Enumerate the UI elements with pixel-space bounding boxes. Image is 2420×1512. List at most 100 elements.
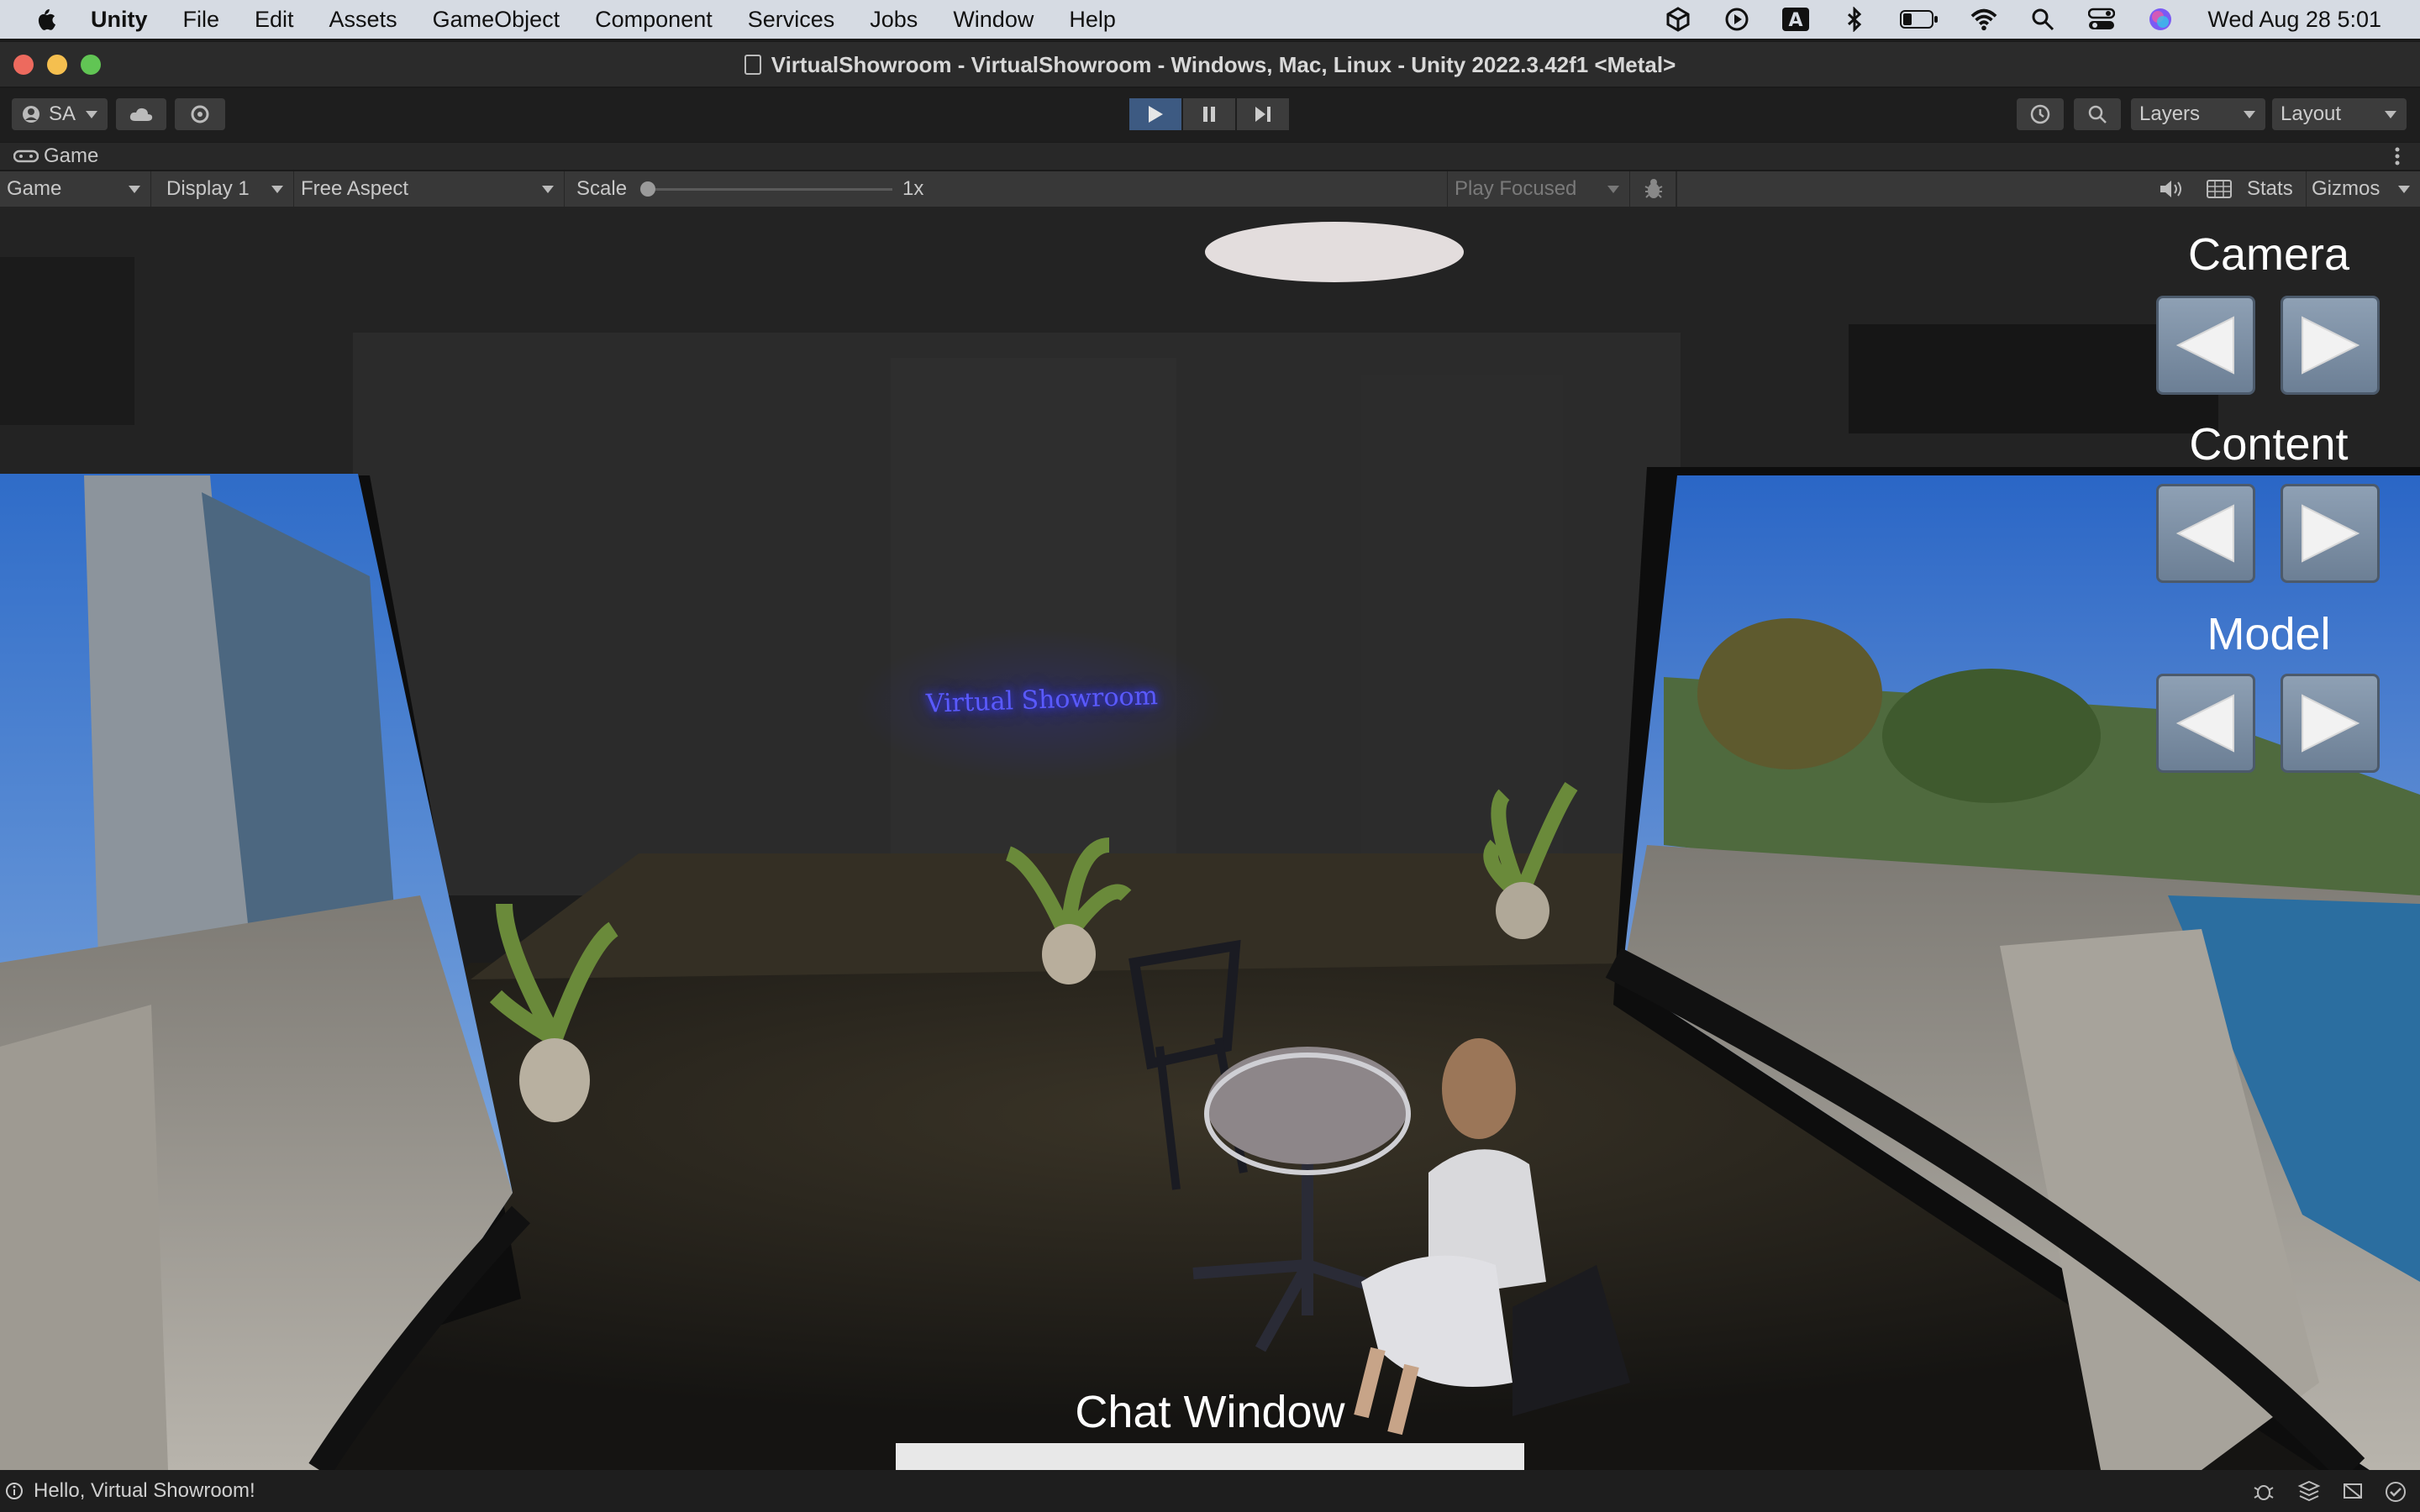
cache-server-icon[interactable]: [2297, 1480, 2321, 1502]
window-title: VirtualShowroom - VirtualShowroom - Wind…: [771, 52, 1676, 77]
gizmos-label: Gizmos: [2312, 177, 2381, 200]
account-label: SA: [48, 102, 76, 125]
gizmos-dropdown[interactable]: Gizmos: [2306, 171, 2420, 207]
history-icon: [2030, 104, 2050, 124]
scale-slider-handle[interactable]: [640, 181, 655, 197]
cloud-button[interactable]: [116, 98, 166, 130]
pause-icon: [1203, 107, 1215, 122]
menu-help[interactable]: Help: [1069, 7, 1116, 33]
display-label: Display 1: [166, 177, 250, 200]
menu-assets[interactable]: Assets: [329, 7, 397, 33]
shortcut-grid-icon[interactable]: [2207, 180, 2232, 198]
camera-prev-button[interactable]: [2156, 296, 2255, 395]
play-circle-icon[interactable]: [1723, 6, 1750, 33]
bluetooth-icon[interactable]: [1841, 6, 1868, 33]
tab-game-label: Game: [44, 144, 99, 167]
game-mode-dropdown[interactable]: Game: [0, 171, 151, 207]
tab-game[interactable]: Game: [13, 144, 98, 168]
scale-value: 1x: [902, 177, 924, 200]
play-focused-dropdown[interactable]: Play Focused: [1447, 171, 1630, 207]
control-center-icon[interactable]: [2088, 6, 2116, 33]
more-options-icon[interactable]: [2395, 146, 2400, 172]
play-button[interactable]: [1129, 98, 1181, 130]
menu-component[interactable]: Component: [595, 7, 713, 33]
triangle-right-icon: [2302, 504, 2360, 563]
collab-button[interactable]: [175, 98, 225, 130]
triangle-right-icon: [2302, 694, 2360, 753]
menu-edit[interactable]: Edit: [255, 7, 294, 33]
search-button[interactable]: [2074, 98, 2121, 130]
chevron-down-icon: [86, 110, 97, 118]
menu-services[interactable]: Services: [748, 7, 835, 33]
layout-label: Layout: [2281, 102, 2342, 125]
account-icon: [22, 106, 39, 123]
game-mode-label: Game: [7, 177, 62, 200]
triangle-left-icon: [2175, 504, 2234, 563]
status-bar: Hello, Virtual Showroom!: [0, 1470, 2420, 1512]
model-title: Model: [2207, 609, 2331, 659]
macos-menubar: Unity File Edit Assets GameObject Compon…: [0, 0, 2420, 39]
chevron-down-icon: [271, 186, 283, 193]
unity-icon[interactable]: [1665, 6, 1691, 33]
search-icon[interactable]: [2029, 6, 2056, 33]
camera-next-button[interactable]: [2281, 296, 2380, 395]
menu-window[interactable]: Window: [953, 7, 1034, 33]
model-next-button[interactable]: [2281, 674, 2380, 773]
history-button[interactable]: [2017, 98, 2064, 130]
info-icon: [5, 1482, 24, 1500]
chat-window-title: Chat Window: [1075, 1387, 1345, 1437]
window-title-row: VirtualShowroom - VirtualShowroom - Wind…: [0, 52, 2420, 78]
settings-icon: [191, 105, 209, 123]
siri-icon[interactable]: [2147, 6, 2174, 33]
game-viewport[interactable]: Virtual Showroom Camera Content Model Ch…: [0, 207, 2420, 1470]
menu-gameobject[interactable]: GameObject: [433, 7, 560, 33]
content-title: Content: [2189, 419, 2349, 470]
svg-text:A: A: [1789, 10, 1803, 31]
chevron-down-icon: [1607, 186, 1619, 193]
input-a-icon[interactable]: A: [1782, 6, 1810, 33]
menu-jobs[interactable]: Jobs: [870, 7, 918, 33]
play-controls: [1129, 98, 1291, 130]
cloud-icon: [129, 108, 153, 121]
menu-file[interactable]: File: [183, 7, 220, 33]
chat-window-box: [896, 1443, 1524, 1470]
step-button[interactable]: [1237, 98, 1289, 130]
scale-slider-track[interactable]: [647, 188, 892, 191]
content-next-button[interactable]: [2281, 484, 2380, 583]
layout-dropdown[interactable]: Layout: [2272, 98, 2407, 130]
bug-icon[interactable]: [2252, 1481, 2275, 1501]
model-prev-button[interactable]: [2156, 674, 2255, 773]
search-icon: [2088, 105, 2107, 123]
scale-label: Scale: [576, 177, 628, 200]
camera-title: Camera: [2187, 229, 2350, 280]
layers-label: Layers: [2139, 102, 2201, 125]
menu-app-unity[interactable]: Unity: [91, 7, 148, 33]
game-view-controls: Game Display 1 Free Aspect Scale 1x Play…: [0, 171, 2420, 207]
wifi-icon[interactable]: [1970, 6, 1997, 33]
aspect-label: Free Aspect: [301, 177, 409, 200]
chevron-down-icon: [2244, 111, 2255, 118]
menubar-clock[interactable]: Wed Aug 28 5:01: [2207, 7, 2381, 33]
audio-mute-icon[interactable]: [2158, 178, 2186, 200]
account-dropdown[interactable]: SA: [12, 98, 108, 130]
aspect-dropdown[interactable]: Free Aspect: [294, 171, 565, 207]
layers-dropdown[interactable]: Layers: [2131, 98, 2265, 130]
display-dropdown[interactable]: Display 1: [160, 171, 294, 207]
stats-button[interactable]: Stats: [2247, 171, 2293, 207]
triangle-left-icon: [2175, 316, 2234, 375]
chevron-down-icon: [129, 186, 140, 193]
pause-button[interactable]: [1183, 98, 1235, 130]
check-icon[interactable]: [2385, 1481, 2407, 1503]
scene-render: [0, 207, 2420, 1470]
status-message[interactable]: Hello, Virtual Showroom!: [34, 1470, 255, 1512]
chevron-down-icon: [2385, 111, 2396, 118]
bug-icon[interactable]: [1634, 176, 1674, 202]
apple-icon[interactable]: [34, 7, 57, 32]
content-prev-button[interactable]: [2156, 484, 2255, 583]
play-focused-label: Play Focused: [1455, 177, 1577, 200]
divider: [1676, 171, 1677, 207]
triangle-right-icon: [2302, 316, 2360, 375]
gamepad-icon: [13, 150, 39, 163]
network-icon[interactable]: [2341, 1481, 2365, 1501]
battery-icon[interactable]: [1900, 6, 1939, 33]
